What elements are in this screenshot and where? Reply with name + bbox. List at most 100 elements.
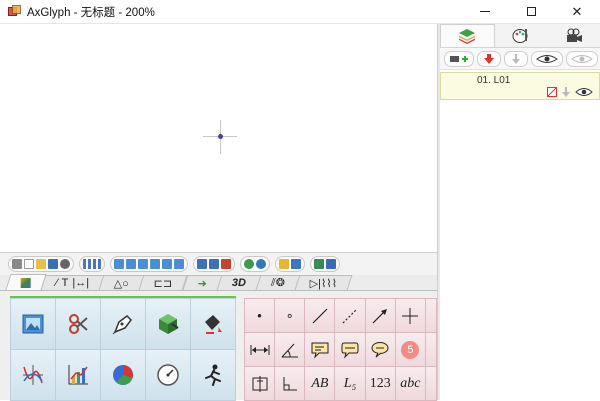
dot-tool[interactable]: •: [245, 299, 275, 332]
arrow-down-gray-icon[interactable]: [561, 87, 571, 97]
subscript-tool[interactable]: L₅: [335, 367, 365, 400]
align-top-icon[interactable]: [150, 259, 160, 269]
number-badge-icon: 5: [401, 340, 420, 359]
pie-chart-tool[interactable]: [101, 350, 145, 400]
send-back-icon[interactable]: [291, 259, 301, 269]
distribute-v-icon[interactable]: [209, 259, 219, 269]
callout-cloud-tool[interactable]: [365, 333, 395, 366]
function-graph-tool[interactable]: [11, 350, 55, 400]
add-layer-button[interactable]: [444, 50, 474, 67]
circle-dot-tool[interactable]: ∘: [275, 299, 305, 332]
move-layer-down-button[interactable]: [477, 50, 501, 67]
arrow-line-icon: [372, 308, 388, 323]
picture-icon: [22, 314, 44, 334]
paint-bucket-tool[interactable]: [191, 299, 235, 349]
settings-icon[interactable]: [60, 259, 70, 269]
dashed-line-tool[interactable]: [335, 299, 365, 332]
align-left-icon[interactable]: [114, 259, 124, 269]
ungroup-icon[interactable]: [256, 259, 266, 269]
number-badge-tool[interactable]: 5: [395, 333, 425, 366]
crosshair-tool[interactable]: [395, 299, 425, 332]
dimension-icon: |↔|: [72, 277, 90, 289]
copy-icon[interactable]: [326, 259, 336, 269]
dashed-line-icon: [342, 308, 358, 323]
callout-rect-tool[interactable]: [305, 333, 335, 366]
bring-front-icon[interactable]: [279, 259, 289, 269]
image-export-icon[interactable]: [314, 259, 324, 269]
open-folder-icon[interactable]: [36, 259, 46, 269]
angle-tool[interactable]: [275, 333, 305, 366]
show-layer-button[interactable]: [531, 50, 563, 67]
eye-icon[interactable]: [575, 87, 593, 97]
minimize-button[interactable]: [462, 0, 508, 24]
new-file-icon[interactable]: [24, 259, 34, 269]
line-tool[interactable]: [305, 299, 335, 332]
tab-circuit[interactable]: ▷|⌇⌇⌇: [294, 275, 354, 290]
overflow-cell-1[interactable]: [425, 299, 436, 332]
tab-style[interactable]: [495, 24, 548, 47]
tab-shapes[interactable]: △○: [98, 275, 145, 290]
layer-row[interactable]: 01. L01: [440, 72, 600, 100]
callout-round-icon: [341, 342, 359, 359]
grid-icon[interactable]: [83, 259, 101, 269]
group-icon[interactable]: [244, 259, 254, 269]
close-button[interactable]: ✕: [554, 0, 600, 24]
tab-line-text[interactable]: ⁄ T |↔|: [40, 275, 105, 290]
cube-tool[interactable]: [146, 299, 190, 349]
move-layer-bottom-button[interactable]: [504, 50, 528, 67]
eye-icon: [536, 54, 558, 63]
file-toolbar-group: [8, 256, 74, 272]
menu-icon[interactable]: [12, 259, 22, 269]
scissors-tool[interactable]: [56, 299, 100, 349]
right-panel-tabs: [440, 24, 600, 48]
tab-camera[interactable]: [547, 24, 600, 47]
hide-layer-button[interactable]: [566, 50, 598, 67]
overflow-cell-3[interactable]: [425, 367, 436, 400]
close-icon: ✕: [571, 3, 583, 19]
dimension-tool[interactable]: [245, 333, 275, 366]
align-right-icon[interactable]: [138, 259, 148, 269]
drawing-canvas[interactable]: [0, 24, 437, 252]
tab-line-text-label: T: [61, 277, 69, 289]
tab-connector[interactable]: ⊏⊐: [138, 275, 189, 290]
pattern-icon: ⫽❂: [270, 277, 286, 289]
image-icon: [20, 277, 31, 288]
tool-tabs: ⁄ T |↔| △○ ⊏⊐ ➜ 3D ⫽❂ ▷|⌇⌇⌇: [0, 274, 437, 291]
arrow-icon: ➜: [197, 277, 207, 290]
minimize-icon: [480, 11, 490, 12]
align-center-icon[interactable]: [126, 259, 136, 269]
tab-3d[interactable]: 3D: [216, 275, 262, 290]
add-layer-icon: [450, 55, 468, 62]
chart-tool[interactable]: [56, 350, 100, 400]
lock-icon[interactable]: [547, 87, 557, 97]
pen-tool[interactable]: [101, 299, 145, 349]
center-icon[interactable]: [221, 259, 231, 269]
tab-pattern[interactable]: ⫽❂: [255, 275, 301, 290]
align-middle-icon[interactable]: [162, 259, 172, 269]
order-toolbar-group: [275, 256, 305, 272]
gauge-tool[interactable]: [146, 350, 190, 400]
number-text-icon: 123: [369, 375, 391, 391]
dot-icon: •: [257, 308, 262, 323]
arrow-line-tool[interactable]: [365, 299, 395, 332]
align-bottom-icon[interactable]: [174, 259, 184, 269]
abc-text-tool[interactable]: abc: [395, 367, 425, 400]
maximize-icon: [526, 7, 536, 16]
figure-tool[interactable]: [191, 350, 235, 400]
picture-tool[interactable]: [11, 299, 55, 349]
misc-toolbar-group: [310, 256, 340, 272]
line-icon: [312, 308, 328, 323]
maximize-button[interactable]: [508, 0, 554, 24]
graph-icon: [23, 365, 43, 385]
distribute-h-icon[interactable]: [197, 259, 207, 269]
circle-dot-icon: ∘: [285, 307, 294, 323]
save-icon[interactable]: [48, 259, 58, 269]
callout-round-tool[interactable]: [335, 333, 365, 366]
text-frame-tool[interactable]: [245, 367, 275, 400]
tab-layers[interactable]: [440, 24, 495, 47]
corner-tool[interactable]: [275, 367, 305, 400]
number-text-tool[interactable]: 123: [365, 367, 395, 400]
overflow-cell-2[interactable]: [425, 333, 436, 366]
text-ab-tool[interactable]: AB: [305, 367, 335, 400]
diode-icon: ▷|⌇⌇⌇: [310, 277, 338, 290]
